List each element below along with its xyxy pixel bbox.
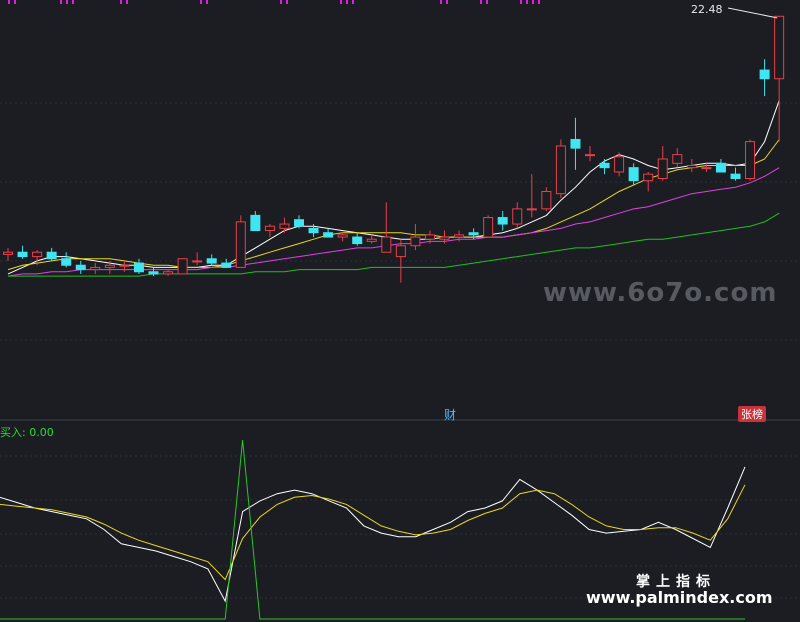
- candle: [177, 258, 188, 275]
- candle-body: [643, 173, 654, 182]
- top-mark: [280, 0, 282, 4]
- top-mark: [126, 0, 128, 4]
- candle-body: [701, 167, 712, 170]
- candle-body: [192, 260, 203, 263]
- candle-body: [497, 217, 508, 225]
- candle-body: [774, 15, 785, 80]
- candle-body: [61, 258, 72, 266]
- top-mark: [14, 0, 16, 4]
- candle-body: [133, 262, 144, 273]
- candle-body: [119, 264, 130, 267]
- candle-body: [148, 271, 159, 275]
- candle-body: [614, 156, 625, 173]
- candle-body: [526, 208, 537, 211]
- indicator-label: 买入: 0.00: [0, 426, 54, 439]
- candle-body: [32, 251, 43, 258]
- top-mark: [526, 0, 528, 4]
- candle-body: [352, 236, 363, 245]
- candle-body: [512, 208, 523, 225]
- candle-body: [235, 221, 246, 268]
- candle-body: [366, 238, 377, 242]
- candle-body: [745, 141, 756, 180]
- candle-body: [730, 173, 741, 180]
- candle-body: [264, 225, 275, 232]
- top-mark: [8, 0, 10, 4]
- finance-badge[interactable]: 财: [444, 406, 456, 423]
- candle-body: [46, 251, 57, 260]
- top-mark: [486, 0, 488, 4]
- candle: [483, 215, 494, 238]
- chart-canvas: [0, 0, 800, 622]
- candle-body: [104, 264, 115, 268]
- candle-body: [177, 258, 188, 275]
- top-mark: [120, 0, 122, 4]
- max-price-label: 22.48: [691, 3, 723, 16]
- top-mark: [352, 0, 354, 4]
- candle-body: [439, 236, 450, 240]
- candle-body: [585, 154, 595, 157]
- candle-body: [759, 69, 770, 80]
- candle-body: [381, 236, 392, 253]
- candle-body: [555, 145, 566, 195]
- top-mark: [66, 0, 68, 4]
- top-mark: [340, 0, 342, 4]
- top-mark: [520, 0, 522, 4]
- candle-body: [323, 232, 334, 238]
- top-mark: [532, 0, 534, 4]
- candle-body: [337, 234, 348, 238]
- candle-body: [395, 245, 406, 258]
- candle-body: [410, 236, 421, 247]
- candle-body: [570, 138, 581, 149]
- candle-body: [206, 258, 217, 264]
- candle-body: [3, 251, 13, 255]
- candle-body: [657, 158, 668, 179]
- candle: [235, 215, 246, 268]
- candle-body: [75, 264, 86, 271]
- candle-body: [686, 164, 697, 169]
- candle-body: [250, 214, 261, 232]
- candle-body: [308, 227, 319, 234]
- candle-body: [541, 191, 552, 210]
- candle-body: [163, 271, 174, 275]
- top-mark: [286, 0, 288, 4]
- candle-body: [221, 262, 232, 268]
- candle-body: [279, 223, 290, 229]
- limit-up-badge[interactable]: 张榜: [738, 406, 766, 422]
- candle: [555, 139, 566, 199]
- top-mark: [480, 0, 482, 4]
- candle: [745, 139, 756, 181]
- candle-body: [424, 234, 435, 240]
- top-mark: [440, 0, 442, 4]
- candle-body: [628, 167, 639, 182]
- top-mark: [206, 0, 208, 4]
- top-mark: [60, 0, 62, 4]
- top-mark: [446, 0, 448, 4]
- watermark-url: www.palmindex.com: [586, 588, 773, 607]
- candle-body: [715, 162, 726, 173]
- candle-body: [672, 154, 683, 164]
- top-mark: [346, 0, 348, 4]
- candle-body: [468, 232, 479, 236]
- top-mark: [72, 0, 74, 4]
- candle-body: [90, 266, 101, 271]
- top-mark: [200, 0, 202, 4]
- candle-body: [483, 217, 494, 238]
- candle-body: [294, 219, 304, 227]
- candle-body: [17, 251, 28, 258]
- candle-body: [454, 234, 465, 238]
- top-mark: [538, 0, 540, 4]
- watermark-site: www.6o7o.com: [543, 278, 778, 308]
- candle-body: [599, 162, 610, 169]
